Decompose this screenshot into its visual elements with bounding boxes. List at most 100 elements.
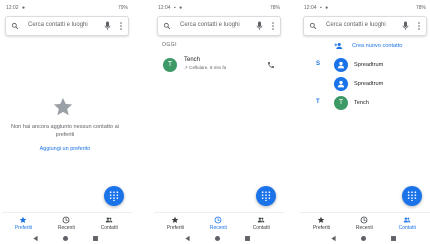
- notification-icons: ▪ ●: [320, 5, 330, 11]
- contact-name: Tench: [354, 100, 369, 106]
- home-icon[interactable]: [62, 235, 69, 242]
- screen-recents: 12:04 ▪ ● 78% Cerca contatti e luoghi OG…: [154, 0, 284, 244]
- mic-icon[interactable]: [104, 21, 111, 31]
- notification-icons: ▪ ●: [174, 5, 184, 11]
- clock-icon: [214, 216, 222, 224]
- tab-favorites[interactable]: Preferiti: [300, 214, 343, 233]
- tab-label: Preferiti: [312, 225, 331, 231]
- section-header: OGGI: [162, 42, 178, 48]
- call-detail: ↗ Cellulare, 6 min fa: [184, 65, 227, 70]
- tab-favorites[interactable]: Preferiti: [2, 214, 45, 233]
- screen-contacts: 12:04 ▪ ● 78% Cerca contatti e luoghi Cr…: [300, 0, 430, 244]
- tab-label: Preferiti: [166, 225, 185, 231]
- tab-recents[interactable]: Recenti: [343, 214, 386, 233]
- search-placeholder: Cerca contatti e luoghi: [28, 22, 88, 28]
- tab-label: Preferiti: [14, 225, 33, 231]
- battery-level: 78%: [269, 5, 280, 11]
- status-time: 12:04: [304, 5, 317, 11]
- system-nav-bar: [154, 234, 284, 244]
- status-bar: 12:02 ● 79%: [2, 0, 132, 14]
- status-bar: 12:04 ▪ ● 78%: [300, 0, 430, 14]
- index-letter: S: [316, 61, 321, 67]
- clock-icon: [360, 216, 368, 224]
- star-icon: [317, 216, 325, 224]
- tab-contacts[interactable]: Contatti: [386, 214, 429, 233]
- contact-row[interactable]: Spreadtrum: [300, 75, 430, 93]
- home-icon[interactable]: [360, 235, 367, 242]
- person-icon: [336, 79, 346, 89]
- back-icon[interactable]: [330, 235, 337, 242]
- tab-label: Recenti: [209, 225, 227, 231]
- recent-apps-icon[interactable]: [244, 235, 251, 242]
- contact-name: Spreadtrum: [354, 81, 384, 87]
- tab-label: Recenti: [57, 225, 75, 231]
- search-icon: [11, 22, 19, 30]
- more-options-icon[interactable]: [118, 21, 124, 31]
- status-time: 12:04: [158, 5, 171, 11]
- tab-contacts[interactable]: Contatti: [88, 214, 131, 233]
- search-icon: [309, 22, 317, 30]
- tab-recents[interactable]: Recenti: [45, 214, 88, 233]
- people-icon: [403, 216, 411, 224]
- search-bar[interactable]: Cerca contatti e luoghi: [157, 16, 281, 36]
- notification-icons: ●: [22, 5, 27, 11]
- add-person-icon: [334, 42, 343, 50]
- search-placeholder: Cerca contatti e luoghi: [326, 22, 386, 28]
- tab-contacts[interactable]: Contatti: [240, 214, 283, 233]
- bottom-tab-bar: Preferiti Recenti Contatti: [2, 212, 132, 233]
- contact-row[interactable]: T T Tench: [300, 94, 430, 112]
- dialpad-button[interactable]: [256, 186, 276, 206]
- index-letter: T: [316, 99, 320, 105]
- screen-favorites: 12:02 ● 79% Cerca contatti e luoghi Non …: [2, 0, 132, 244]
- tab-favorites[interactable]: Preferiti: [154, 214, 197, 233]
- more-options-icon[interactable]: [416, 21, 422, 31]
- dialpad-icon: [407, 191, 417, 201]
- avatar: [334, 58, 348, 72]
- empty-favorites-message: Non hai ancora aggiunto nessun contatto …: [11, 124, 119, 138]
- home-icon[interactable]: [214, 235, 221, 242]
- dialpad-button[interactable]: [402, 186, 422, 206]
- contact-name: Spreadtrum: [354, 62, 384, 68]
- contact-row[interactable]: S Spreadtrum: [300, 56, 430, 74]
- star-icon: [52, 96, 74, 118]
- create-contact-button[interactable]: Crea nuovo contatto: [300, 40, 430, 52]
- people-icon: [105, 216, 113, 224]
- bottom-tab-bar: Preferiti Recenti Contatti: [300, 212, 430, 233]
- tab-label: Contatti: [100, 225, 118, 231]
- contact-name: Tench: [184, 57, 201, 63]
- call-icon[interactable]: [267, 61, 275, 69]
- avatar: T: [334, 96, 348, 110]
- mic-icon[interactable]: [256, 21, 263, 31]
- more-options-icon[interactable]: [270, 21, 276, 31]
- star-icon: [171, 216, 179, 224]
- recent-apps-icon[interactable]: [92, 235, 99, 242]
- status-bar: 12:04 ▪ ● 78%: [154, 0, 284, 14]
- person-icon: [336, 60, 346, 70]
- tab-label: Contatti: [252, 225, 270, 231]
- mic-icon[interactable]: [402, 21, 409, 31]
- tab-label: Contatti: [398, 225, 416, 231]
- tab-recents[interactable]: Recenti: [197, 214, 240, 233]
- back-icon[interactable]: [184, 235, 191, 242]
- battery-level: 79%: [117, 5, 128, 11]
- dialpad-button[interactable]: [104, 186, 124, 206]
- search-bar[interactable]: Cerca contatti e luoghi: [5, 16, 129, 36]
- back-icon[interactable]: [32, 235, 39, 242]
- system-nav-bar: [300, 234, 430, 244]
- avatar: [334, 77, 348, 91]
- clock-icon: [62, 216, 70, 224]
- search-bar[interactable]: Cerca contatti e luoghi: [303, 16, 427, 36]
- search-placeholder: Cerca contatti e luoghi: [180, 22, 240, 28]
- dialpad-icon: [261, 191, 271, 201]
- create-contact-label: Crea nuovo contatto: [352, 43, 403, 49]
- star-icon: [19, 216, 27, 224]
- call-detail-text: Cellulare, 6 min fa: [189, 65, 227, 70]
- people-icon: [257, 216, 265, 224]
- battery-level: 78%: [415, 5, 426, 11]
- dialpad-icon: [109, 191, 119, 201]
- recent-call-row[interactable]: T Tench ↗ Cellulare, 6 min fa: [154, 54, 284, 76]
- system-nav-bar: [2, 234, 132, 244]
- add-favorite-link[interactable]: Aggiungi un preferito: [2, 146, 128, 152]
- recent-apps-icon[interactable]: [390, 235, 397, 242]
- tab-label: Recenti: [355, 225, 373, 231]
